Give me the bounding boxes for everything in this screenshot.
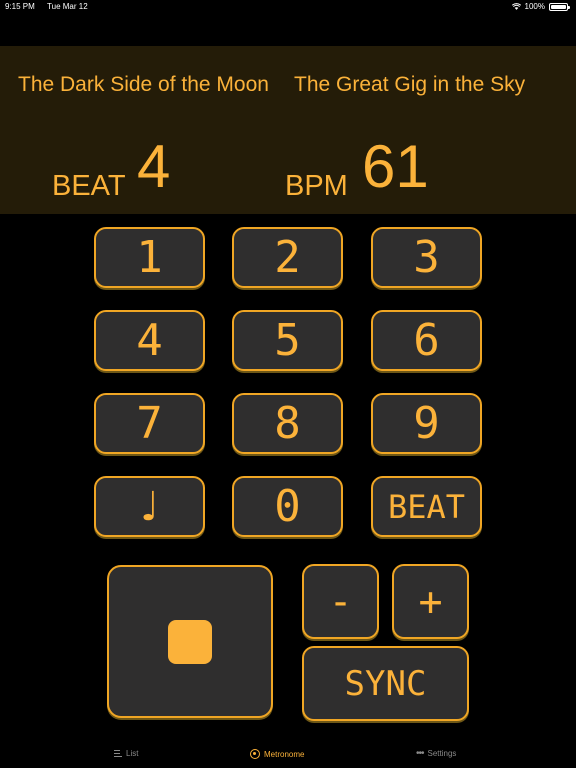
beat-label: BEAT [52,170,126,202]
now-playing-panel: The Dark Side of the Moon The Great Gig … [0,46,576,214]
tab-metronome-label: Metronome [264,749,305,759]
track-title[interactable]: The Great Gig in the Sky [294,73,525,97]
battery-fill [551,4,566,9]
bpm-label: BPM [285,170,348,202]
key-6[interactable]: 6 [371,310,482,371]
plus-button[interactable]: + [392,564,469,639]
battery-icon [549,2,570,11]
key-7[interactable]: 7 [94,393,205,454]
minus-button[interactable]: - [302,564,379,639]
key-2[interactable]: 2 [232,227,343,288]
note-button[interactable]: ♩ [94,476,205,537]
status-right: 100% [511,2,570,11]
battery-percent: 100% [524,2,545,11]
status-time: 9:15 PM [5,2,35,11]
tab-list-label: List [126,749,139,758]
tab-bar: List Metronome ••• Settings [0,740,576,768]
wifi-icon [511,3,521,10]
key-9[interactable]: 9 [371,393,482,454]
key-0[interactable]: 0 [232,476,343,537]
tab-settings-label: Settings [427,749,457,758]
status-date: Tue Mar 12 [47,2,88,11]
beat-value: 4 [137,133,171,200]
key-1[interactable]: 1 [94,227,205,288]
key-4[interactable]: 4 [94,310,205,371]
more-icon: ••• [416,747,424,759]
key-3[interactable]: 3 [371,227,482,288]
metronome-icon [250,749,260,759]
list-icon [114,749,122,758]
tab-metronome[interactable]: Metronome [250,749,304,759]
stop-icon [168,619,212,664]
beat-button[interactable]: BEAT [371,476,482,537]
status-bar: 9:15 PM Tue Mar 12 100% [0,0,576,14]
status-left: 9:15 PM Tue Mar 12 [5,2,88,11]
key-5[interactable]: 5 [232,310,343,371]
quarter-note-icon: ♩ [140,483,159,530]
tab-list[interactable]: List [114,749,138,758]
album-title[interactable]: The Dark Side of the Moon [18,73,269,97]
sync-button[interactable]: SYNC [302,646,469,721]
tab-settings[interactable]: ••• Settings [416,747,457,759]
bpm-value: 61 [362,133,429,200]
key-8[interactable]: 8 [232,393,343,454]
stop-button[interactable] [107,565,273,718]
